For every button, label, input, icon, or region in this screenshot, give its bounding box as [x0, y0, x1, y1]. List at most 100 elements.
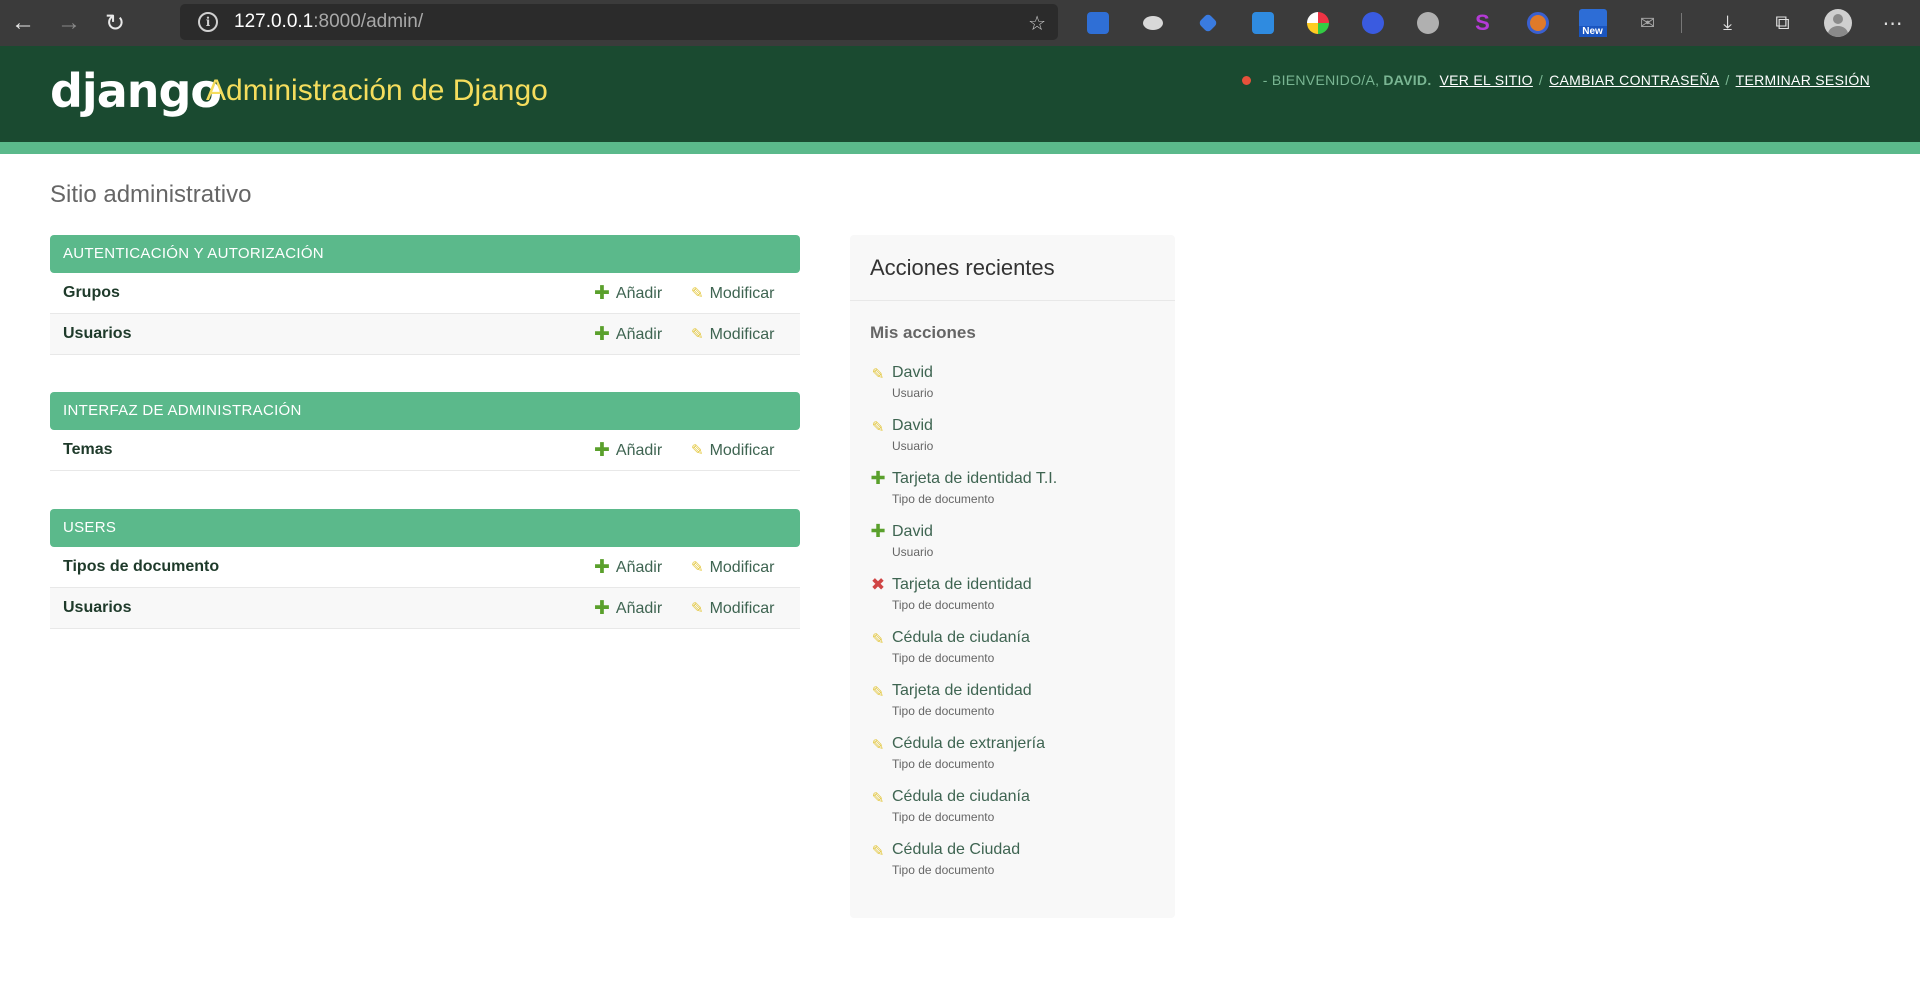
- action-content-type: Tipo de documento: [892, 757, 995, 771]
- table-row: Grupos ✚ Añadir ✎ Modificar: [50, 273, 800, 314]
- mail-extension-icon[interactable]: ✉: [1620, 0, 1675, 46]
- change-button[interactable]: ✎ Modificar: [691, 600, 774, 618]
- add-button[interactable]: ✚ Añadir: [594, 558, 663, 577]
- action-content-type: Usuario: [892, 439, 934, 453]
- site-info-icon[interactable]: i: [198, 12, 218, 32]
- pencil-icon: ✎: [691, 285, 704, 302]
- plus-icon: ✚: [594, 598, 610, 619]
- download-icon[interactable]: ⤓: [1700, 0, 1755, 46]
- action-object-link[interactable]: Tarjeta de identidad T.I.: [892, 470, 1057, 488]
- user-tools: - BIENVENIDO/A, DAVID. VER EL SITIO / CA…: [1241, 72, 1870, 88]
- delete-icon: ✖: [870, 575, 886, 594]
- translate-extension-icon[interactable]: [1070, 0, 1125, 46]
- my-actions-heading: Mis acciones: [870, 323, 976, 342]
- pencil-icon: ✎: [871, 366, 885, 383]
- firefox-extension-icon[interactable]: [1510, 0, 1565, 46]
- header-stripe: [0, 142, 1920, 154]
- add-button[interactable]: ✚ Añadir: [594, 284, 663, 303]
- change-button[interactable]: ✎ Modificar: [691, 559, 774, 577]
- model-link-tipos-de-documento[interactable]: Tipos de documento: [63, 558, 219, 576]
- add-button[interactable]: ✚ Añadir: [594, 440, 662, 461]
- action-object-link[interactable]: Cédula de ciudanía: [892, 629, 1030, 647]
- table-row: Usuarios ✚ Añadir ✎ Modificar: [50, 588, 800, 629]
- action-object-link[interactable]: Cédula de Ciudad: [892, 841, 1020, 859]
- new-extension-icon[interactable]: New: [1565, 0, 1620, 46]
- plus-icon: ✚: [870, 468, 886, 488]
- change-label: Modificar: [709, 285, 775, 302]
- action-object-link[interactable]: David: [892, 364, 933, 382]
- url-host: 127.0.0.1: [234, 11, 314, 32]
- window-extension-icon[interactable]: [1235, 0, 1290, 46]
- action-content-type: Tipo de documento: [892, 492, 995, 506]
- table-row: Tipos de documento ✚ Añadir ✎ Modificar: [50, 547, 800, 588]
- model-link-temas[interactable]: Temas: [63, 441, 113, 459]
- change-label: Modificar: [709, 326, 775, 343]
- module-admin-interface: INTERFAZ DE ADMINISTRACIÓN Temas ✚ Añadir…: [50, 392, 800, 471]
- view-site-link[interactable]: VER EL SITIO: [1440, 72, 1533, 88]
- model-link-usuarios[interactable]: Usuarios: [63, 325, 131, 343]
- add-label: Añadir: [615, 600, 663, 617]
- pencil-icon: ✎: [691, 559, 704, 576]
- page-title: Sitio administrativo: [50, 181, 252, 208]
- add-label: Añadir: [615, 285, 663, 302]
- add-button[interactable]: ✚ Añadir: [594, 325, 662, 344]
- link-separator: /: [1725, 72, 1730, 88]
- change-button[interactable]: ✎ Modificar: [691, 326, 774, 344]
- pencil-icon: ✎: [871, 737, 885, 754]
- back-icon[interactable]: ←: [0, 0, 46, 46]
- action-object-link[interactable]: Cédula de extranjería: [892, 735, 1045, 753]
- graduation-extension-icon[interactable]: [1180, 0, 1235, 46]
- browser-right-tools: ⤓ ⧉ ⋯: [1700, 0, 1920, 46]
- s-extension-icon[interactable]: S: [1455, 0, 1510, 46]
- toolbar-divider: [1681, 13, 1682, 33]
- pencil-icon: ✎: [691, 600, 704, 617]
- more-menu-icon[interactable]: ⋯: [1865, 0, 1920, 46]
- action-object-link[interactable]: Cédula de ciudanía: [892, 788, 1030, 806]
- logout-link[interactable]: TERMINAR SESIÓN: [1736, 72, 1870, 88]
- recent-actions-title: Acciones recientes: [850, 235, 1175, 301]
- pencil-icon: ✎: [691, 442, 704, 459]
- action-content-type: Tipo de documento: [892, 863, 995, 877]
- change-password-link[interactable]: CAMBIAR CONTRASEÑA: [1549, 72, 1719, 88]
- forward-icon[interactable]: →: [46, 0, 92, 46]
- colorful-extension-icon[interactable]: [1290, 0, 1345, 46]
- action-object-link[interactable]: Tarjeta de identidad: [892, 682, 1032, 700]
- action-content-type: Usuario: [892, 386, 934, 400]
- add-label: Añadir: [615, 559, 663, 576]
- django-logo[interactable]: django: [50, 64, 222, 118]
- theme-toggle-dot[interactable]: [1241, 75, 1251, 85]
- new-badge: New: [1578, 26, 1607, 37]
- collections-icon[interactable]: ⧉: [1755, 0, 1810, 46]
- plus-icon: ✚: [594, 440, 610, 461]
- plus-icon: ✚: [870, 521, 886, 541]
- action-object-link[interactable]: David: [892, 523, 933, 541]
- model-link-grupos[interactable]: Grupos: [63, 284, 120, 302]
- address-bar[interactable]: i 127.0.0.1:8000/admin/ ☆: [180, 4, 1058, 40]
- recent-actions-panel: Acciones recientes Mis acciones ✎ David Us…: [850, 235, 1175, 918]
- pencil-icon: ✎: [871, 419, 885, 436]
- module-caption[interactable]: INTERFAZ DE ADMINISTRACIÓN: [50, 392, 800, 430]
- favorite-star-icon[interactable]: ☆: [1028, 11, 1046, 36]
- action-content-type: Usuario: [892, 545, 934, 559]
- change-button[interactable]: ✎ Modificar: [691, 442, 774, 460]
- action-object-link[interactable]: David: [892, 417, 933, 435]
- check-extension-icon[interactable]: [1400, 0, 1455, 46]
- profile-avatar[interactable]: [1810, 0, 1865, 46]
- action-content-type: Tipo de documento: [892, 651, 995, 665]
- model-link-usuarios[interactable]: Usuarios: [63, 599, 131, 617]
- change-label: Modificar: [709, 600, 775, 617]
- change-label: Modificar: [709, 559, 775, 576]
- reload-icon[interactable]: ↻: [92, 0, 138, 46]
- username: DAVID.: [1383, 72, 1432, 88]
- action-content-type: Tipo de documento: [892, 704, 995, 718]
- cloud-extension-icon[interactable]: [1125, 0, 1180, 46]
- action-object-link: Tarjeta de identidad: [892, 576, 1032, 593]
- add-button[interactable]: ✚ Añadir: [594, 598, 663, 619]
- change-label: Modificar: [709, 442, 775, 459]
- change-button[interactable]: ✎ Modificar: [691, 285, 774, 303]
- module-caption[interactable]: AUTENTICACIÓN Y AUTORIZACIÓN: [50, 235, 800, 273]
- site-title[interactable]: Administración de Django: [206, 74, 548, 108]
- bookmark-extension-icon[interactable]: [1345, 0, 1400, 46]
- url-path: :8000/admin/: [313, 11, 424, 32]
- module-caption[interactable]: USERS: [50, 509, 800, 547]
